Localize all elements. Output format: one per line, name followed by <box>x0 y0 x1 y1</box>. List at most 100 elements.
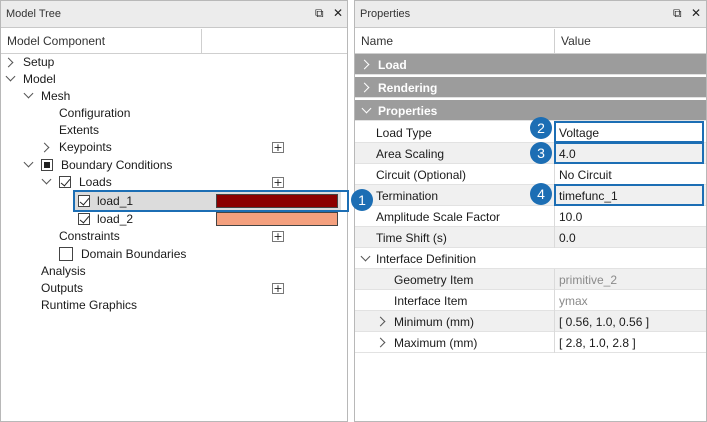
chevron-down-icon[interactable] <box>23 157 34 168</box>
prop-maximum[interactable]: Maximum (mm) [ 2.8, 1.0, 2.8 ] <box>355 332 706 353</box>
tree-item-extents[interactable]: Extents <box>1 122 347 139</box>
section-load[interactable]: Load <box>355 54 706 75</box>
column-value: Value <box>561 34 591 48</box>
prop-value[interactable]: No Circuit <box>559 168 612 182</box>
section-properties[interactable]: Properties <box>355 100 706 121</box>
restore-icon[interactable]: ⧉ <box>315 6 324 21</box>
load-2-color-swatch[interactable] <box>216 212 338 226</box>
tree-item-outputs[interactable]: Outputs + <box>1 280 347 297</box>
tree-item-loads[interactable]: Loads + <box>1 174 347 191</box>
prop-name: Termination <box>376 189 439 203</box>
tree-item-label: Model <box>23 72 56 86</box>
loads-checkbox[interactable] <box>59 176 71 188</box>
prop-name: Geometry Item <box>394 273 474 287</box>
column-separator[interactable] <box>201 29 202 53</box>
tree-item-label: Extents <box>59 123 100 137</box>
tree-item-label: Constraints <box>59 229 120 243</box>
chevron-down-icon[interactable] <box>361 103 372 114</box>
column-separator[interactable] <box>554 29 555 53</box>
tree-item-setup[interactable]: Setup <box>1 54 347 71</box>
properties-column-header[interactable]: Name Value <box>355 29 706 54</box>
properties-titlebar: Properties ⧉ ✕ <box>355 1 706 28</box>
value-separator <box>554 227 555 248</box>
tree-item-keypoints[interactable]: Keypoints + <box>1 139 347 156</box>
chevron-right-icon[interactable] <box>359 59 370 70</box>
load-2-checkbox[interactable] <box>78 213 90 225</box>
chevron-right-icon[interactable] <box>359 82 370 93</box>
boundary-conditions-checkbox[interactable] <box>41 159 53 171</box>
prop-interface-item[interactable]: Interface Item ymax <box>355 290 706 311</box>
prop-value: primitive_2 <box>559 273 618 287</box>
chevron-down-icon[interactable] <box>5 71 16 82</box>
prop-value[interactable]: 0.0 <box>559 231 576 245</box>
prop-name: Load Type <box>376 126 432 140</box>
prop-value[interactable]: [ 0.56, 1.0, 0.56 ] <box>559 315 649 329</box>
value-separator <box>554 164 555 185</box>
properties-title: Properties <box>360 8 411 20</box>
section-label: Rendering <box>378 81 438 95</box>
prop-name: Amplitude Scale Factor <box>376 210 501 224</box>
tree-item-label: Configuration <box>59 106 131 120</box>
callout-1: 1 <box>351 189 373 211</box>
chevron-down-icon[interactable] <box>23 88 34 99</box>
tree-item-model[interactable]: Model <box>1 71 347 88</box>
tree-item-runtime-graphics[interactable]: Runtime Graphics <box>1 297 347 314</box>
tree-item-domain-boundaries[interactable]: Domain Boundaries <box>1 245 347 263</box>
prop-interface-definition[interactable]: Interface Definition <box>355 248 706 269</box>
tree-item-label: Loads <box>79 175 112 189</box>
add-constraint-button[interactable]: + <box>272 231 284 242</box>
tree-item-label: Outputs <box>41 281 84 295</box>
model-tree-column-header[interactable]: Model Component <box>1 29 347 54</box>
restore-icon[interactable]: ⧉ <box>673 6 682 21</box>
chevron-down-icon[interactable] <box>41 174 52 185</box>
section-label: Load <box>378 58 407 72</box>
tree-item-load-2[interactable]: load_2 <box>73 211 341 228</box>
prop-value[interactable]: [ 2.8, 1.0, 2.8 ] <box>559 336 636 350</box>
section-rendering[interactable]: Rendering <box>355 77 706 98</box>
domain-boundaries-checkbox[interactable] <box>59 247 73 261</box>
prop-time-shift[interactable]: Time Shift (s) 0.0 <box>355 227 706 248</box>
properties-panel: Properties ⧉ ✕ Name Value Load Rendering… <box>354 0 707 422</box>
value-separator <box>554 269 555 290</box>
tree-item-label: Analysis <box>41 264 86 278</box>
close-icon[interactable]: ✕ <box>333 6 343 20</box>
chevron-down-icon[interactable] <box>360 251 371 262</box>
tree-item-mesh[interactable]: Mesh <box>1 88 347 105</box>
prop-amplitude-scale-factor[interactable]: Amplitude Scale Factor 10.0 <box>355 206 706 227</box>
prop-name: Maximum (mm) <box>394 336 478 350</box>
prop-value: ymax <box>559 294 588 308</box>
callout-3: 3 <box>530 142 552 164</box>
prop-name: Time Shift (s) <box>376 231 447 245</box>
highlight-box-load-type <box>554 121 704 143</box>
chevron-right-icon[interactable] <box>375 316 386 327</box>
value-separator <box>554 332 555 353</box>
tree-item-label: Keypoints <box>59 140 112 154</box>
prop-value[interactable]: 10.0 <box>559 210 582 224</box>
prop-circuit[interactable]: Circuit (Optional) No Circuit <box>355 164 706 185</box>
highlight-box-load-1 <box>73 190 349 212</box>
value-separator <box>554 290 555 311</box>
add-keypoint-button[interactable]: + <box>272 142 284 153</box>
chevron-right-icon[interactable] <box>39 142 50 153</box>
highlight-box-termination <box>554 184 704 206</box>
model-tree-titlebar: Model Tree ⧉ ✕ <box>1 1 347 28</box>
add-load-button[interactable]: + <box>272 177 284 188</box>
tree-item-label: Domain Boundaries <box>81 247 187 261</box>
chevron-right-icon[interactable] <box>3 57 14 68</box>
model-tree-title: Model Tree <box>6 8 62 20</box>
close-icon[interactable]: ✕ <box>691 6 701 20</box>
prop-name: Area Scaling <box>376 147 445 161</box>
prop-name: Minimum (mm) <box>394 315 474 329</box>
tree-item-constraints[interactable]: Constraints + <box>1 228 347 245</box>
callout-4: 4 <box>530 183 552 205</box>
prop-minimum[interactable]: Minimum (mm) [ 0.56, 1.0, 0.56 ] <box>355 311 706 332</box>
tree-item-label: Setup <box>23 55 55 69</box>
tree-item-configuration[interactable]: Configuration <box>1 105 347 122</box>
tree-item-boundary-conditions[interactable]: Boundary Conditions <box>1 157 347 174</box>
tree-item-label: Boundary Conditions <box>61 158 173 172</box>
prop-geometry-item[interactable]: Geometry Item primitive_2 <box>355 269 706 290</box>
tree-item-analysis[interactable]: Analysis <box>1 263 347 280</box>
callout-2: 2 <box>530 117 552 139</box>
add-output-button[interactable]: + <box>272 283 284 294</box>
chevron-right-icon[interactable] <box>375 337 386 348</box>
